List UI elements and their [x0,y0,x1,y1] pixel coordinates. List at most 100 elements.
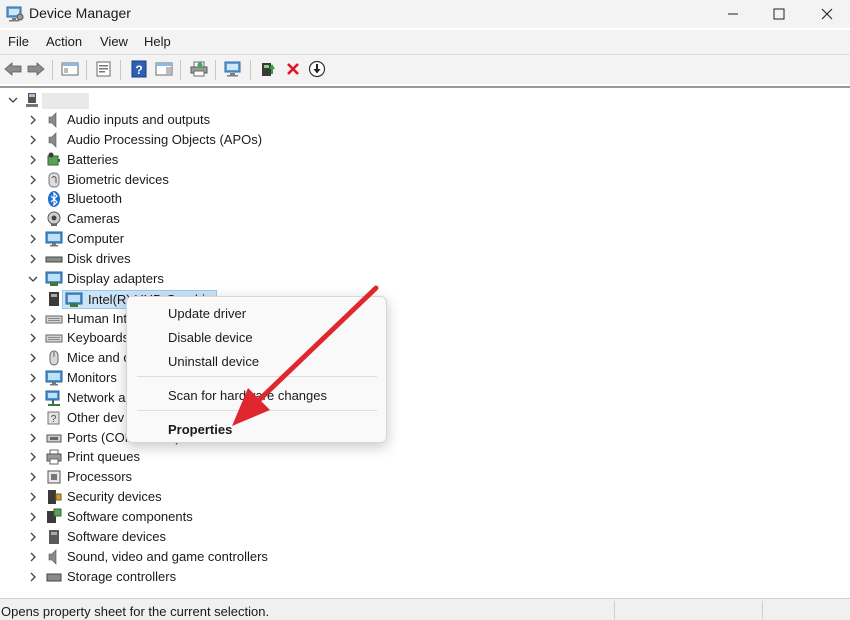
tree-category-row[interactable]: Print queues [0,447,600,467]
tree-category-row[interactable]: Computer [0,229,600,249]
disable-device-icon [308,60,326,78]
menu-action[interactable]: Action [46,34,82,49]
toolbar-separator [52,60,53,80]
tree-category-label: Storage controllers [67,569,177,584]
maximize-button[interactable] [756,0,802,28]
tree-category-label: Cameras [67,211,120,226]
status-bar: Opens property sheet for the current sel… [0,598,850,620]
chevron-right-icon[interactable] [27,233,39,248]
software-device-icon [45,528,63,546]
scan-hardware-button[interactable] [222,58,244,80]
menu-separator [137,410,377,411]
toolbar-separator [120,60,121,80]
toolbar-separator [180,60,181,80]
tree-category-row[interactable]: Audio inputs and outputs [0,110,600,130]
menu-help[interactable]: Help [144,34,171,49]
camera-icon [45,210,63,228]
menu-item-disable-device[interactable]: Disable device [168,330,253,345]
menu-item-uninstall-device[interactable]: Uninstall device [168,354,259,369]
print-icon [190,61,208,77]
chevron-right-icon[interactable] [27,193,39,208]
bluetooth-icon [45,190,63,208]
tree-category-label: Computer [67,231,125,246]
properties-button[interactable] [93,58,115,80]
chevron-right-icon[interactable] [27,471,39,486]
software-component-icon [45,508,63,526]
chevron-down-icon[interactable] [27,273,39,288]
status-divider [614,601,615,619]
menu-view[interactable]: View [100,34,128,49]
show-hide-console-tree-icon [61,62,79,76]
chevron-right-icon[interactable] [27,174,39,189]
chevron-right-icon[interactable] [27,491,39,506]
tree-category-row[interactable]: Security devices [0,487,600,507]
help-icon: ? [131,60,147,78]
tree-category-label: Mice and o [67,350,131,365]
tree-category-row[interactable]: Software components [0,507,600,527]
chevron-right-icon[interactable] [27,571,39,586]
back-button[interactable] [2,58,24,80]
tree-category-label: Sound, video and game controllers [67,549,268,564]
update-driver-icon [262,63,275,76]
tree-category-row[interactable]: Processors [0,467,600,487]
chevron-right-icon[interactable] [27,551,39,566]
menu-item-scan-hardware[interactable]: Scan for hardware changes [168,388,327,403]
chevron-down-icon[interactable] [7,94,19,109]
chevron-right-icon[interactable] [27,432,39,447]
print-button[interactable] [188,58,210,80]
chevron-right-icon[interactable] [27,293,39,308]
action-pane-button[interactable] [153,58,175,80]
chevron-right-icon[interactable] [27,154,39,169]
tree-category-label: Processors [67,469,133,484]
tree-category-row[interactable]: Sound, video and game controllers [0,547,600,567]
tree-category-row[interactable]: Biometric devices [0,170,600,190]
menu-item-update-driver[interactable]: Update driver [168,306,246,321]
menu-file[interactable]: File [8,34,29,49]
action-pane-icon [155,62,173,76]
uninstall-button[interactable] [282,58,304,80]
minimize-button[interactable] [710,0,756,28]
monitor-icon [45,230,63,248]
tree-category-row[interactable]: Storage controllers [0,567,600,587]
unknown-device-icon: ? [45,409,63,427]
monitor-icon [45,369,63,387]
scan-hardware-icon [224,61,241,77]
tree-category-row[interactable]: Display adapters [0,269,600,289]
chevron-right-icon[interactable] [27,451,39,466]
chevron-right-icon[interactable] [27,313,39,328]
tree-category-row[interactable]: Disk drives [0,249,600,269]
minimize-icon [728,13,738,15]
tree-category-row[interactable]: Cameras [0,209,600,229]
forward-button[interactable] [25,58,47,80]
chevron-right-icon[interactable] [27,134,39,149]
chevron-right-icon[interactable] [27,352,39,367]
tree-category-label: Display adapters [67,271,164,286]
chevron-right-icon[interactable] [27,511,39,526]
chevron-right-icon[interactable] [27,372,39,387]
port-icon [45,429,63,447]
tree-root-computer[interactable] [0,90,200,110]
menu-bar: File Action View Help [0,30,850,54]
chevron-right-icon[interactable] [27,531,39,546]
chevron-right-icon[interactable] [27,392,39,407]
speaker-icon [45,548,63,566]
tree-category-row[interactable]: Batteries [0,150,600,170]
tree-category-label: Bluetooth [67,191,122,206]
close-button[interactable] [804,0,850,28]
menu-item-properties[interactable]: Properties [168,422,232,437]
tree-category-row[interactable]: Software devices [0,527,600,547]
update-driver-button[interactable] [257,58,279,80]
chevron-right-icon[interactable] [27,114,39,129]
tree-category-label: Security devices [67,489,162,504]
disable-device-button[interactable] [306,58,328,80]
tree-category-row[interactable]: Bluetooth [0,189,600,209]
tree-category-row[interactable]: Audio Processing Objects (APOs) [0,130,600,150]
chevron-right-icon[interactable] [27,412,39,427]
console-tree-button[interactable] [59,58,81,80]
help-button[interactable]: ? [128,58,150,80]
chevron-right-icon[interactable] [27,253,39,268]
chevron-right-icon[interactable] [27,332,39,347]
chevron-right-icon[interactable] [27,213,39,228]
context-menu: Update driver Disable device Uninstall d… [126,296,387,443]
printer-icon [45,448,63,466]
